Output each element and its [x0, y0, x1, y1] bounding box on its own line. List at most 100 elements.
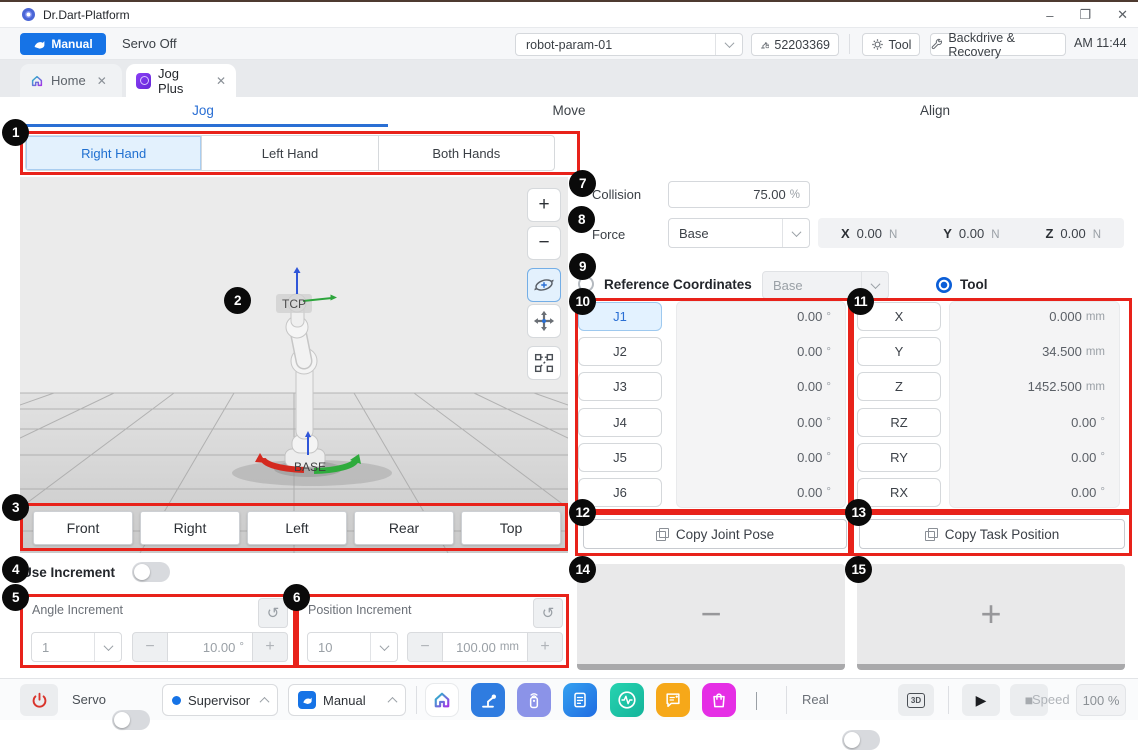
position-increment-value: 100.00mm [442, 633, 528, 661]
view-left-button[interactable]: Left [247, 511, 347, 545]
3d-icon: 3D [907, 693, 925, 708]
angle-increment-preset-select[interactable]: 1 [31, 632, 122, 662]
position-decrement-button[interactable]: − [408, 633, 442, 661]
robot-3d-viewport[interactable]: TCP BASE + − [20, 177, 568, 553]
robot-app-icon[interactable] [471, 683, 505, 717]
store-app-icon[interactable] [702, 683, 736, 717]
chevron-down-icon [870, 279, 880, 289]
task-rz-value: 0.00° [964, 408, 1105, 437]
maximize-button[interactable]: ❐ [1079, 7, 1091, 23]
jog-plus-button[interactable]: + [857, 564, 1125, 670]
tcp-label: TCP [282, 297, 306, 311]
play-button[interactable]: ▶ [962, 684, 1000, 716]
joint-j4-value: 0.00° [691, 408, 831, 437]
robot-id-box[interactable]: 52203369 [751, 33, 839, 56]
close-button[interactable]: ✕ [1117, 7, 1128, 23]
tab-move[interactable]: Move [386, 103, 752, 118]
angle-increment-value: 10.00° [167, 633, 253, 661]
role-select[interactable]: Supervisor [162, 684, 278, 716]
collision-input[interactable]: 75.00 % [668, 181, 810, 208]
robot-param-value: robot-param-01 [516, 38, 715, 52]
tool-radio-label: Tool [960, 277, 988, 292]
real-mode-toggle[interactable] [842, 730, 880, 750]
task-ry-button[interactable]: RY [857, 443, 941, 472]
position-increment-stepper: − 100.00mm + [407, 632, 563, 662]
dock-collapse-chevron[interactable] [756, 692, 757, 710]
manual-mode-button[interactable]: Manual [20, 33, 106, 55]
chevron-up-icon [388, 696, 398, 706]
position-increment-preset-select[interactable]: 10 [307, 632, 398, 662]
3d-view-button[interactable]: 3D [898, 684, 934, 716]
annotation-badge-12: 12 [569, 499, 596, 526]
annotation-badge-2: 2 [224, 287, 251, 314]
position-increment-button[interactable]: + [528, 633, 562, 661]
zoom-in-button[interactable]: + [527, 188, 561, 222]
tool-radio[interactable] [936, 277, 952, 293]
hand-icon [33, 38, 46, 51]
gear-icon [871, 38, 884, 51]
angle-decrement-button[interactable]: − [133, 633, 167, 661]
task-y-button[interactable]: Y [857, 337, 941, 366]
joint-j2-value: 0.00° [691, 337, 831, 366]
tab-home[interactable]: Home ✕ [20, 64, 122, 97]
measure-button[interactable] [527, 346, 561, 380]
view-rear-button[interactable]: Rear [354, 511, 454, 545]
jog-minus-button[interactable]: − [577, 564, 845, 670]
copy-task-position-button[interactable]: Copy Task Position [859, 519, 1125, 549]
joint-j2-button[interactable]: J2 [578, 337, 662, 366]
view-right-button[interactable]: Right [140, 511, 240, 545]
mode-select[interactable]: Manual [288, 684, 406, 716]
use-increment-toggle[interactable] [132, 562, 170, 582]
task-writer-app-icon[interactable] [563, 683, 597, 717]
active-tab-underline [20, 124, 388, 127]
angle-increment-stepper: − 10.00° + [132, 632, 288, 662]
tab-jog[interactable]: Jog [20, 103, 386, 118]
minimize-button[interactable]: – [1046, 8, 1053, 23]
divider [416, 686, 417, 714]
both-hands-button[interactable]: Both Hands [379, 136, 554, 170]
speed-label: Speed [1032, 692, 1070, 707]
measure-icon [534, 353, 554, 373]
joint-button-column: J1 J2 J3 J4 J5 J6 [578, 302, 662, 507]
servo-label: Servo [72, 692, 106, 707]
joint-j6-value: 0.00° [691, 478, 831, 507]
task-rz-button[interactable]: RZ [857, 408, 941, 437]
power-button[interactable] [20, 684, 58, 716]
backdrive-recovery-button[interactable]: Backdrive & Recovery [930, 33, 1066, 56]
orbit-rotate-button[interactable] [527, 268, 561, 302]
robot-id: 52203369 [774, 38, 830, 52]
zoom-out-button[interactable]: − [527, 226, 561, 260]
tab-align[interactable]: Align [752, 103, 1118, 118]
position-increment-reset-button[interactable]: ↺ [533, 598, 563, 628]
right-hand-button[interactable]: Right Hand [26, 136, 202, 170]
joint-j5-button[interactable]: J5 [578, 443, 662, 472]
view-front-button[interactable]: Front [33, 511, 133, 545]
close-icon[interactable]: ✕ [97, 74, 107, 88]
tool-button[interactable]: Tool [862, 33, 920, 56]
task-z-button[interactable]: Z [857, 372, 941, 401]
copy-joint-pose-button[interactable]: Copy Joint Pose [583, 519, 847, 549]
annotation-badge-3: 3 [2, 494, 29, 521]
task-rx-button[interactable]: RX [857, 478, 941, 507]
home-app-icon[interactable] [425, 683, 459, 717]
close-icon[interactable]: ✕ [216, 74, 226, 88]
pan-move-button[interactable] [527, 304, 561, 338]
joint-j4-button[interactable]: J4 [578, 408, 662, 437]
message-app-icon[interactable] [656, 683, 690, 717]
annotation-badge-11: 11 [847, 288, 874, 315]
view-top-button[interactable]: Top [461, 511, 561, 545]
tab-jog-plus[interactable]: Jog Plus ✕ [126, 64, 236, 97]
servo-toggle[interactable] [112, 710, 150, 730]
force-frame-select[interactable]: Base [668, 218, 810, 248]
teach-pendant-app-icon[interactable] [517, 683, 551, 717]
joint-j3-button[interactable]: J3 [578, 372, 662, 401]
copy-icon [925, 528, 937, 540]
angle-increment-button[interactable]: + [253, 633, 287, 661]
robot-param-select[interactable]: robot-param-01 [515, 33, 743, 56]
left-hand-button[interactable]: Left Hand [202, 136, 378, 170]
home-icon [30, 74, 44, 88]
task-ry-value: 0.00° [964, 443, 1105, 472]
monitoring-app-icon[interactable] [610, 683, 644, 717]
lock-robot-icon [760, 38, 769, 51]
speed-value: 100 % [1076, 684, 1126, 716]
